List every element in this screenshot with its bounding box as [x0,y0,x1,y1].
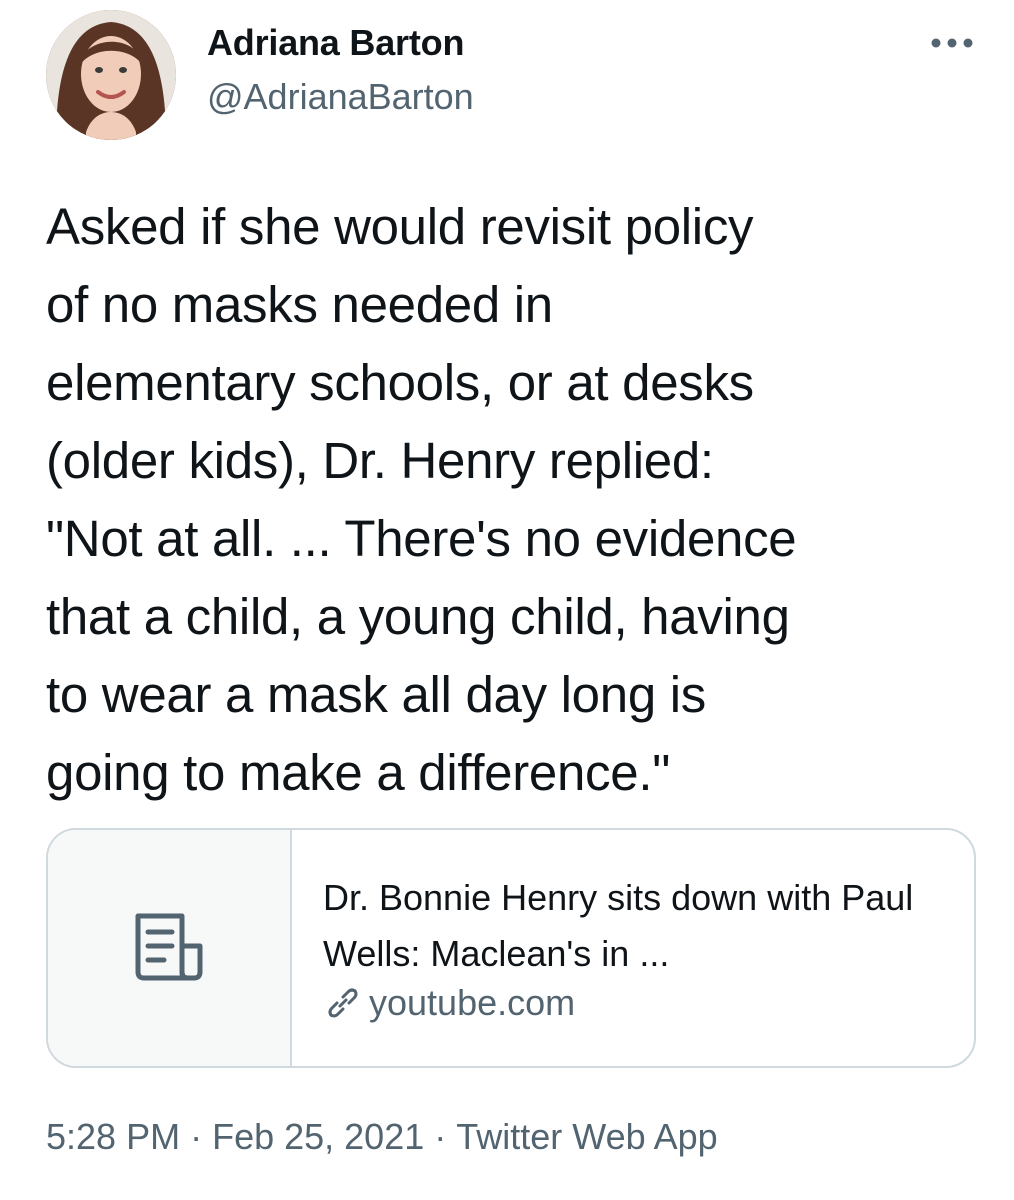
tweet-date[interactable]: Feb 25, 2021 [212,1116,424,1157]
avatar-photo [46,10,176,140]
link-card[interactable]: Dr. Bonnie Henry sits down with Paul Wel… [46,828,976,1068]
author-handle[interactable]: @AdrianaBarton [207,76,474,118]
avatar[interactable] [46,10,176,140]
article-icon [135,913,203,981]
author-display-name[interactable]: Adriana Barton [207,22,464,64]
link-card-domain-row: youtube.com [323,982,575,1024]
tweet-time[interactable]: 5:28 PM [46,1116,180,1157]
meta-separator: · [434,1116,447,1157]
tweet-source[interactable]: Twitter Web App [456,1116,717,1157]
more-horizontal-icon[interactable] [926,28,978,58]
link-card-thumbnail [48,830,292,1066]
link-card-domain: youtube.com [369,982,576,1023]
meta-separator: · [190,1116,203,1157]
tweet-text: Asked if she would revisit policy of no … [46,198,797,801]
link-card-title: Dr. Bonnie Henry sits down with Paul Wel… [323,877,914,974]
tweet-meta: 5:28 PM · Feb 25, 2021 · Twitter Web App [46,1116,718,1158]
link-icon [328,988,358,1018]
